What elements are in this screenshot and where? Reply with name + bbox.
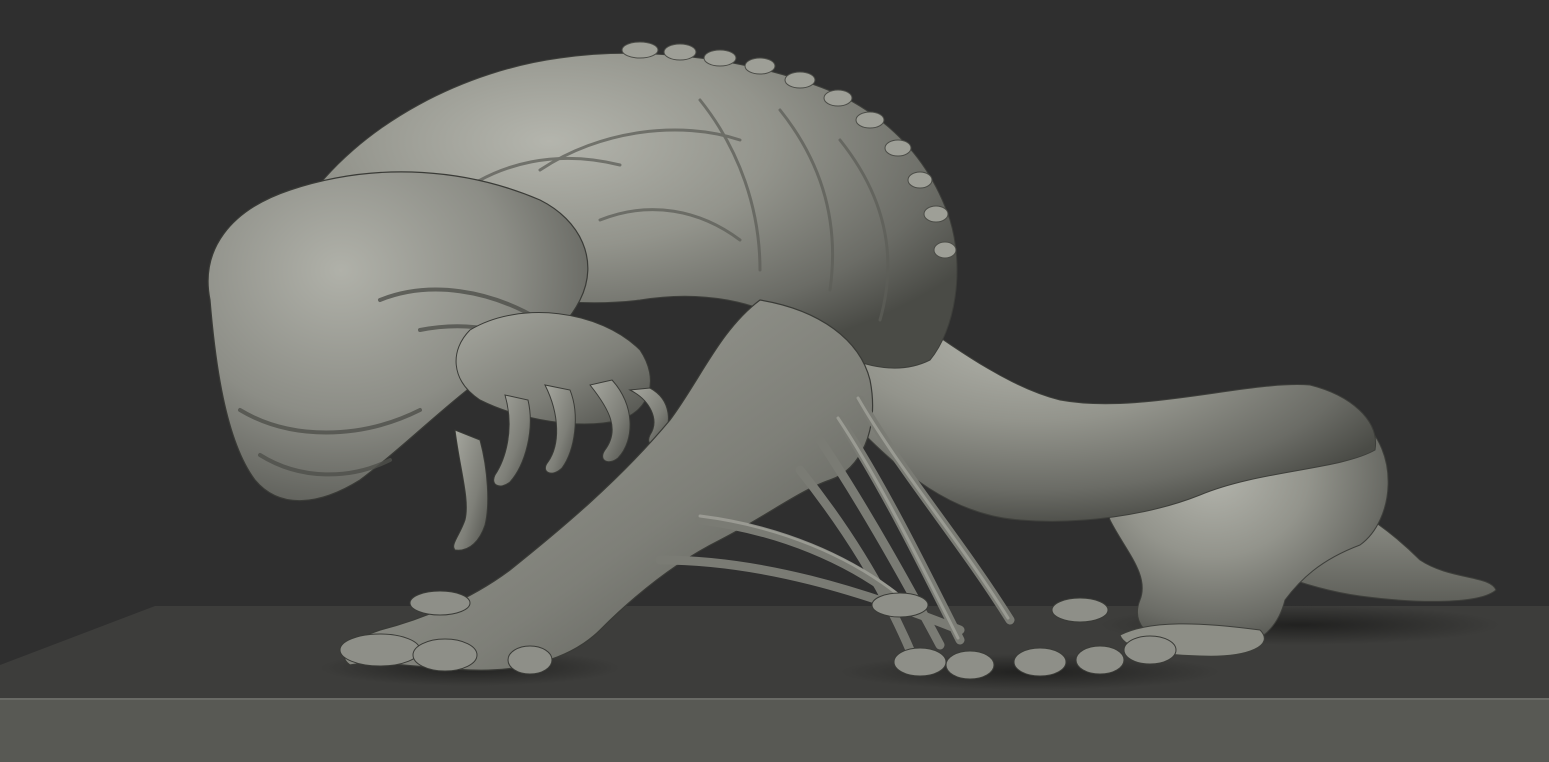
- scene-canvas: [0, 0, 1549, 762]
- sculpt-viewport[interactable]: [0, 0, 1549, 762]
